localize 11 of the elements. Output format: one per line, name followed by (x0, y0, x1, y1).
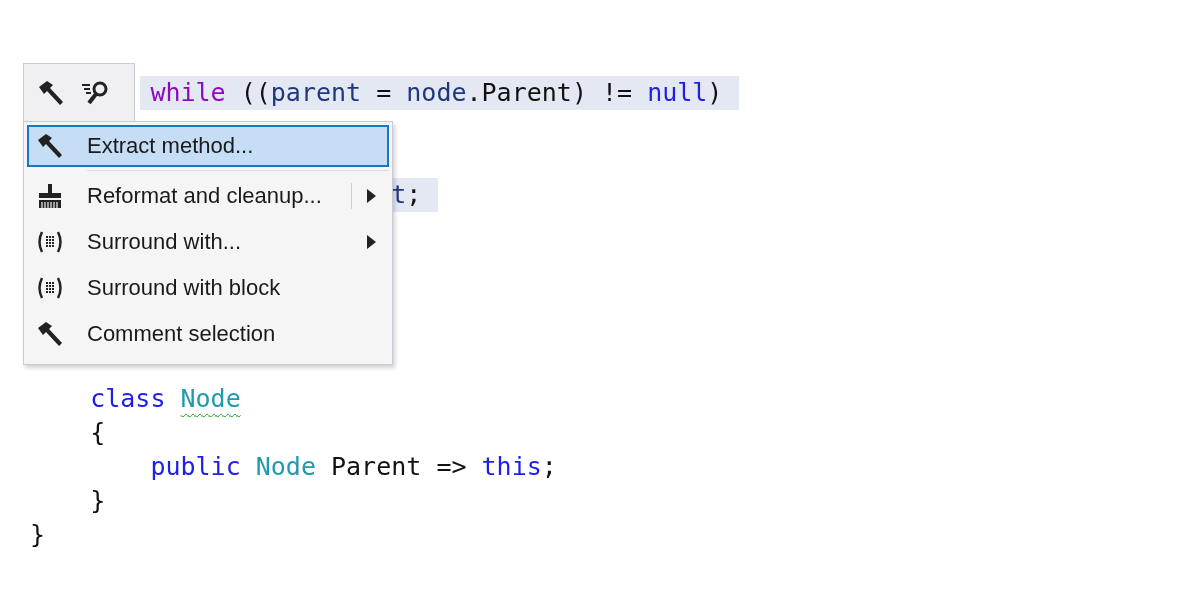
code-line: public Node Parent => this; (150, 451, 557, 483)
menu-item[interactable]: Surround with block (27, 265, 389, 311)
hammer-icon (35, 319, 65, 349)
menu-item[interactable]: Comment selection (27, 311, 389, 357)
code-line: class Node (90, 383, 241, 415)
menu-item[interactable]: Extract method... (27, 125, 389, 167)
menu-item[interactable]: Surround with... (27, 219, 389, 265)
hammer-icon (35, 131, 65, 161)
code-line: } (30, 519, 46, 551)
code-line: { (90, 417, 106, 449)
code-line: } (90, 485, 106, 517)
